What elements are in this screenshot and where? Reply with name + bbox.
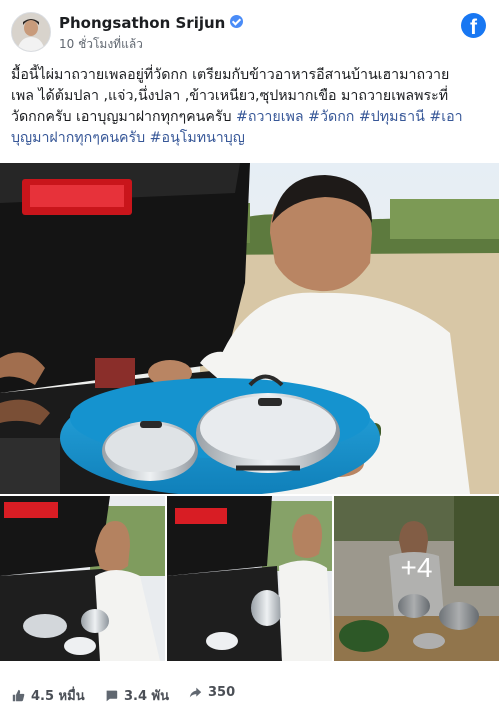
shares-count: 350 [208, 685, 236, 700]
post-stats-bar: 4.5 หมื่น 3.4 พัน 350 [0, 676, 499, 712]
post-text-line: เพล ได้ต้มปลา ,แจ่ว,นึ่งปลา ,ข้าวเหนียว,… [11, 88, 449, 104]
hashtag-link[interactable]: #ถวายเพล [236, 109, 304, 125]
post-header: Phongsathon Srijun 10 ชั่วโมงที่แล้ว f [0, 0, 499, 58]
likes-stat[interactable]: 4.5 หมื่น [12, 685, 85, 706]
likes-count: 4.5 หมื่น [31, 689, 85, 704]
author-name[interactable]: Phongsathon Srijun [59, 14, 244, 32]
shares-stat[interactable]: 350 [189, 685, 235, 700]
post-text: มื้อนี้ไผ่มาถวายเพลอยู่ที่วัดกก เตรียมกั… [11, 65, 491, 149]
author-avatar[interactable] [11, 12, 51, 52]
verified-badge-icon [230, 15, 244, 28]
post-timestamp[interactable]: 10 ชั่วโมงที่แล้ว [59, 35, 143, 54]
share-icon [189, 687, 202, 698]
author-name-text[interactable]: Phongsathon Srijun [59, 14, 225, 32]
hashtag-link[interactable]: บุญมาฝากทุกๆคนครับ [11, 130, 145, 146]
post-text-line: วัดกกครับ เอาบุญมาฝากทุกๆคนครับ #ถวายเพล… [11, 107, 491, 128]
post-text-line: มื้อนี้ไผ่มาถวายเพลอยู่ที่วัดกก เตรียมกั… [11, 67, 450, 83]
hashtag-link[interactable]: #ปทุมธานี [359, 109, 425, 125]
post-text-plain: วัดกกครับ เอาบุญมาฝากทุกๆคนครับ [11, 109, 236, 125]
post-photo-main[interactable] [0, 163, 499, 494]
post-text-line: บุญมาฝากทุกๆคนครับ #อนุโมทนาบุญ [11, 128, 491, 149]
post-photo-more[interactable]: +4 [334, 496, 499, 661]
post-photo-thumb[interactable] [0, 496, 165, 661]
facebook-logo-icon[interactable]: f [461, 13, 486, 38]
post-photo-thumb[interactable] [167, 496, 332, 661]
hashtag-link[interactable]: #อนุโมทนาบุญ [150, 130, 245, 146]
more-photos-count[interactable]: +4 [334, 552, 499, 584]
comment-icon [106, 690, 118, 702]
facebook-post: Phongsathon Srijun 10 ชั่วโมงที่แล้ว f ม… [0, 0, 499, 720]
hashtag-link[interactable]: #เอา [429, 109, 462, 125]
comments-count: 3.4 พัน [124, 689, 170, 704]
comments-stat[interactable]: 3.4 พัน [105, 685, 169, 706]
hashtag-link[interactable]: #วัดกก [308, 109, 354, 125]
like-icon [12, 689, 25, 702]
